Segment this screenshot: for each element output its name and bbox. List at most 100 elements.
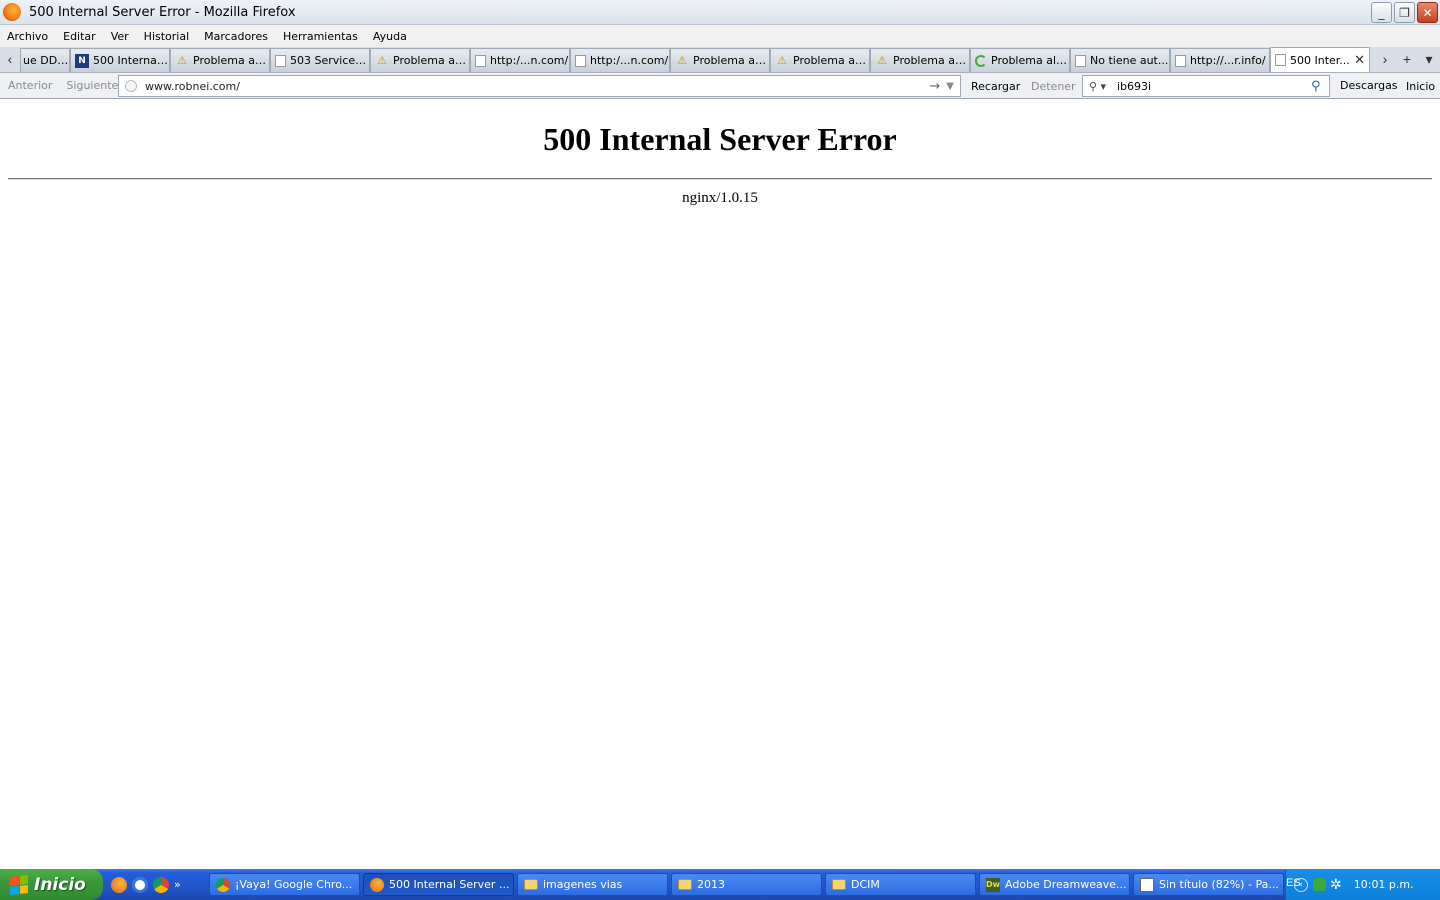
server-signature: nginx/1.0.15 <box>682 190 758 206</box>
close-tab-icon[interactable]: ✕ <box>1354 53 1365 68</box>
tab[interactable]: ⚠ Problema al c... <box>870 48 970 72</box>
url-text[interactable]: www.robnei.com/ <box>145 80 929 93</box>
taskbar-item[interactable]: imagenes vias <box>517 873 668 896</box>
firefox-icon[interactable] <box>111 876 127 893</box>
restore-button[interactable]: ❐ <box>1394 2 1415 23</box>
folder-icon <box>678 879 692 890</box>
tab[interactable]: Problema al c... <box>970 48 1070 72</box>
taskbar-item[interactable]: Sin título (82%) - Pa... <box>1133 873 1284 896</box>
search-input[interactable]: ib693i <box>1117 80 1311 93</box>
menu-archivo[interactable]: Archivo <box>7 30 48 43</box>
taskbar-item-label: imagenes vias <box>543 878 623 891</box>
loading-icon <box>975 54 987 67</box>
chrome-icon[interactable] <box>153 876 169 893</box>
blank-page-icon <box>575 54 586 67</box>
clock[interactable]: 10:01 p.m. <box>1354 878 1414 891</box>
window-titlebar[interactable]: 500 Internal Server Error - Mozilla Fire… <box>0 0 1440 25</box>
warning-icon: ⚠ <box>177 54 187 67</box>
back-button[interactable]: Anterior <box>8 79 52 92</box>
search-bar[interactable]: ⚲ ▾ ib693i ⚲ <box>1082 75 1330 97</box>
tab-label: No tiene aut... <box>1090 54 1169 67</box>
tab[interactable]: http:/...n.com/ <box>570 48 670 72</box>
folder-icon <box>832 879 846 890</box>
tab[interactable]: ⚠ Problema al c... <box>370 48 470 72</box>
stop-button[interactable]: Detener <box>1031 80 1076 93</box>
taskbar-item[interactable]: DCIM <box>825 873 976 896</box>
taskbar-item-active[interactable]: 500 Internal Server ... <box>363 873 514 896</box>
menu-ver[interactable]: Ver <box>111 30 129 43</box>
taskbar-item-label: ¡Vaya! Google Chro... <box>235 878 353 891</box>
tab[interactable]: ⚠ Problema al c... <box>170 48 270 72</box>
url-history-dropdown-icon[interactable]: ▼ <box>946 81 954 92</box>
chrome-icon <box>216 877 230 892</box>
warning-icon: ⚠ <box>877 54 887 67</box>
search-engine-selector[interactable]: ⚲ ▾ <box>1083 80 1117 93</box>
error-heading: 500 Internal Server Error <box>543 121 897 157</box>
new-tab-button[interactable]: + <box>1396 51 1418 67</box>
tab[interactable]: N 500 Internal ... <box>70 48 170 72</box>
menu-ayuda[interactable]: Ayuda <box>373 30 407 43</box>
system-tray: ‹ ✲ 10:01 p.m. <box>1285 869 1440 900</box>
blank-page-icon <box>275 54 286 67</box>
tab-scroll-left-button[interactable]: ‹ <box>0 46 20 72</box>
tab[interactable]: ⚠ Problema al c... <box>670 48 770 72</box>
minimize-button[interactable]: _ <box>1371 2 1392 23</box>
warning-icon: ⚠ <box>677 54 687 67</box>
downloads-button[interactable]: Descargas <box>1340 79 1398 92</box>
blank-page-icon <box>1275 54 1286 66</box>
close-button[interactable]: ✕ <box>1417 2 1438 23</box>
page-content: 500 Internal Server Error nginx/1.0.15 <box>0 99 1440 869</box>
paint-icon <box>1140 877 1154 892</box>
start-button[interactable]: Inicio <box>0 869 103 900</box>
menu-historial[interactable]: Historial <box>144 30 189 43</box>
window-title: 500 Internal Server Error - Mozilla Fire… <box>29 4 296 20</box>
navigation-toolbar: Anterior Siguiente www.robnei.com/ → ▼ R… <box>0 73 1440 99</box>
tab-label: Problema al c... <box>393 54 469 67</box>
home-button[interactable]: Inicio <box>1406 80 1435 93</box>
internet-explorer-icon[interactable] <box>132 876 148 893</box>
windows-flag-icon <box>10 874 28 895</box>
tab-bar: ‹ ue DDO... N 500 Internal ... ⚠ Problem… <box>0 47 1440 73</box>
url-bar[interactable]: www.robnei.com/ → ▼ <box>118 75 961 97</box>
start-label: Inicio <box>34 874 86 895</box>
tab-label: 500 Inter... <box>1290 53 1350 67</box>
tab[interactable]: ue DDO... <box>20 48 70 72</box>
taskbar-item-label: 500 Internal Server ... <box>389 878 510 891</box>
list-all-tabs-button[interactable]: ▾ <box>1418 51 1440 68</box>
taskbar-item[interactable]: Dw Adobe Dreamweave... <box>979 873 1130 896</box>
tab-label: ue DDO... <box>23 54 69 67</box>
menu-marcadores[interactable]: Marcadores <box>204 30 268 43</box>
star-icon[interactable]: ✲ <box>1330 877 1342 893</box>
quick-launch: » <box>111 876 209 893</box>
quick-launch-more-icon[interactable]: » <box>174 878 181 891</box>
taskbar-item[interactable]: ¡Vaya! Google Chro... <box>209 873 360 896</box>
taskbar: Inicio » ¡Vaya! Google Chro... 500 Inter… <box>0 869 1440 900</box>
taskbar-item[interactable]: 2013 <box>671 873 822 896</box>
tab-strip: ue DDO... N 500 Internal ... ⚠ Problema … <box>20 47 1370 72</box>
tab[interactable]: ⚠ Problema al c... <box>770 48 870 72</box>
language-indicator[interactable]: ES <box>1286 877 1301 889</box>
tab[interactable]: http:/...n.com/ <box>470 48 570 72</box>
folder-icon <box>524 879 538 890</box>
tab-label: Problema al c... <box>193 54 269 67</box>
tab[interactable]: 503 Service ... <box>270 48 370 72</box>
search-icon[interactable]: ⚲ <box>1311 79 1329 94</box>
tab-label: Problema al c... <box>893 54 969 67</box>
site-identity-icon[interactable] <box>125 80 137 92</box>
window-controls: _ ❐ ✕ <box>1371 2 1438 23</box>
menubar: Archivo Editar Ver Historial Marcadores … <box>0 25 1440 47</box>
menu-editar[interactable]: Editar <box>63 30 96 43</box>
tab-bar-tools: › + ▾ <box>1374 46 1440 72</box>
forward-button[interactable]: Siguiente <box>66 79 118 92</box>
tab-active[interactable]: 500 Inter... ✕ <box>1270 47 1370 72</box>
menu-herramientas[interactable]: Herramientas <box>283 30 358 43</box>
tab[interactable]: http://...r.info/ <box>1170 48 1270 72</box>
taskbar-item-label: Adobe Dreamweave... <box>1005 878 1127 891</box>
security-shield-icon[interactable] <box>1313 878 1326 891</box>
tab-scroll-right-button[interactable]: › <box>1374 51 1396 67</box>
tab[interactable]: No tiene aut... <box>1070 48 1170 72</box>
reload-button[interactable]: Recargar <box>971 80 1020 93</box>
firefox-icon <box>370 877 384 892</box>
taskbar-item-label: 2013 <box>697 878 725 891</box>
go-arrow-icon[interactable]: → <box>929 79 940 94</box>
